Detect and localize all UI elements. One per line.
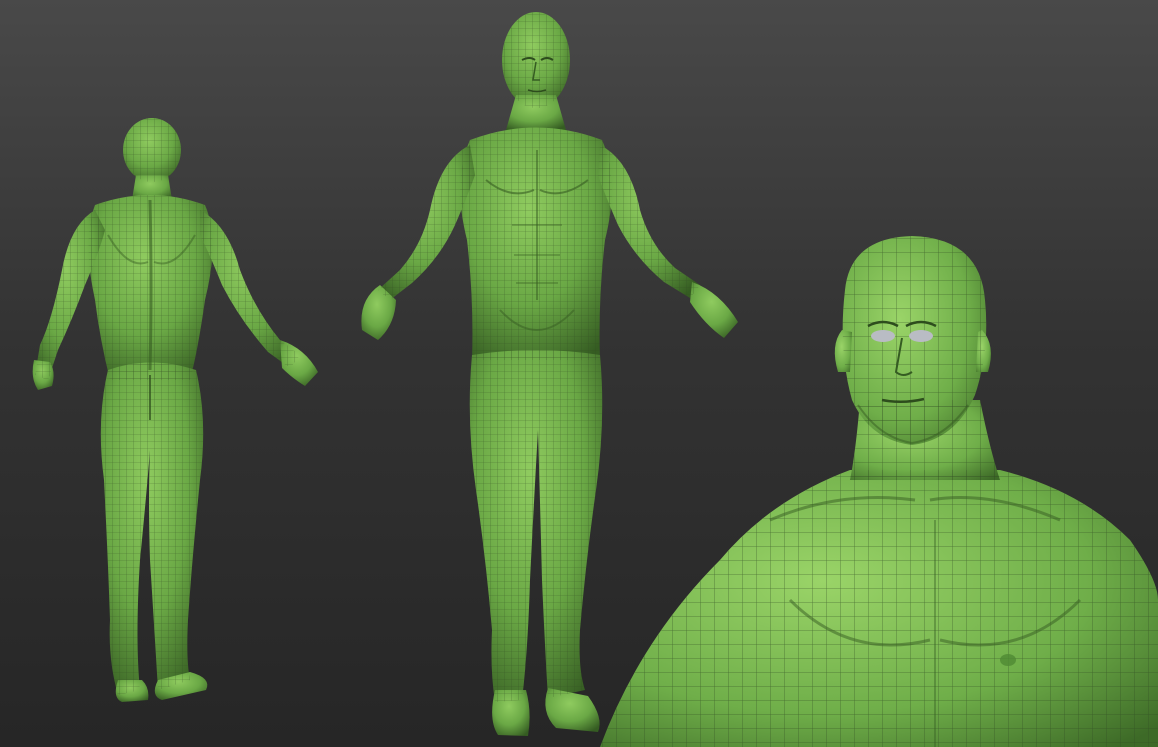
left-eye xyxy=(871,330,895,342)
bust-closeup-figure xyxy=(600,236,1158,747)
back-view-figure xyxy=(32,118,318,702)
render-viewport xyxy=(0,0,1158,747)
right-eye xyxy=(909,330,933,342)
render-canvas xyxy=(32,12,1158,747)
